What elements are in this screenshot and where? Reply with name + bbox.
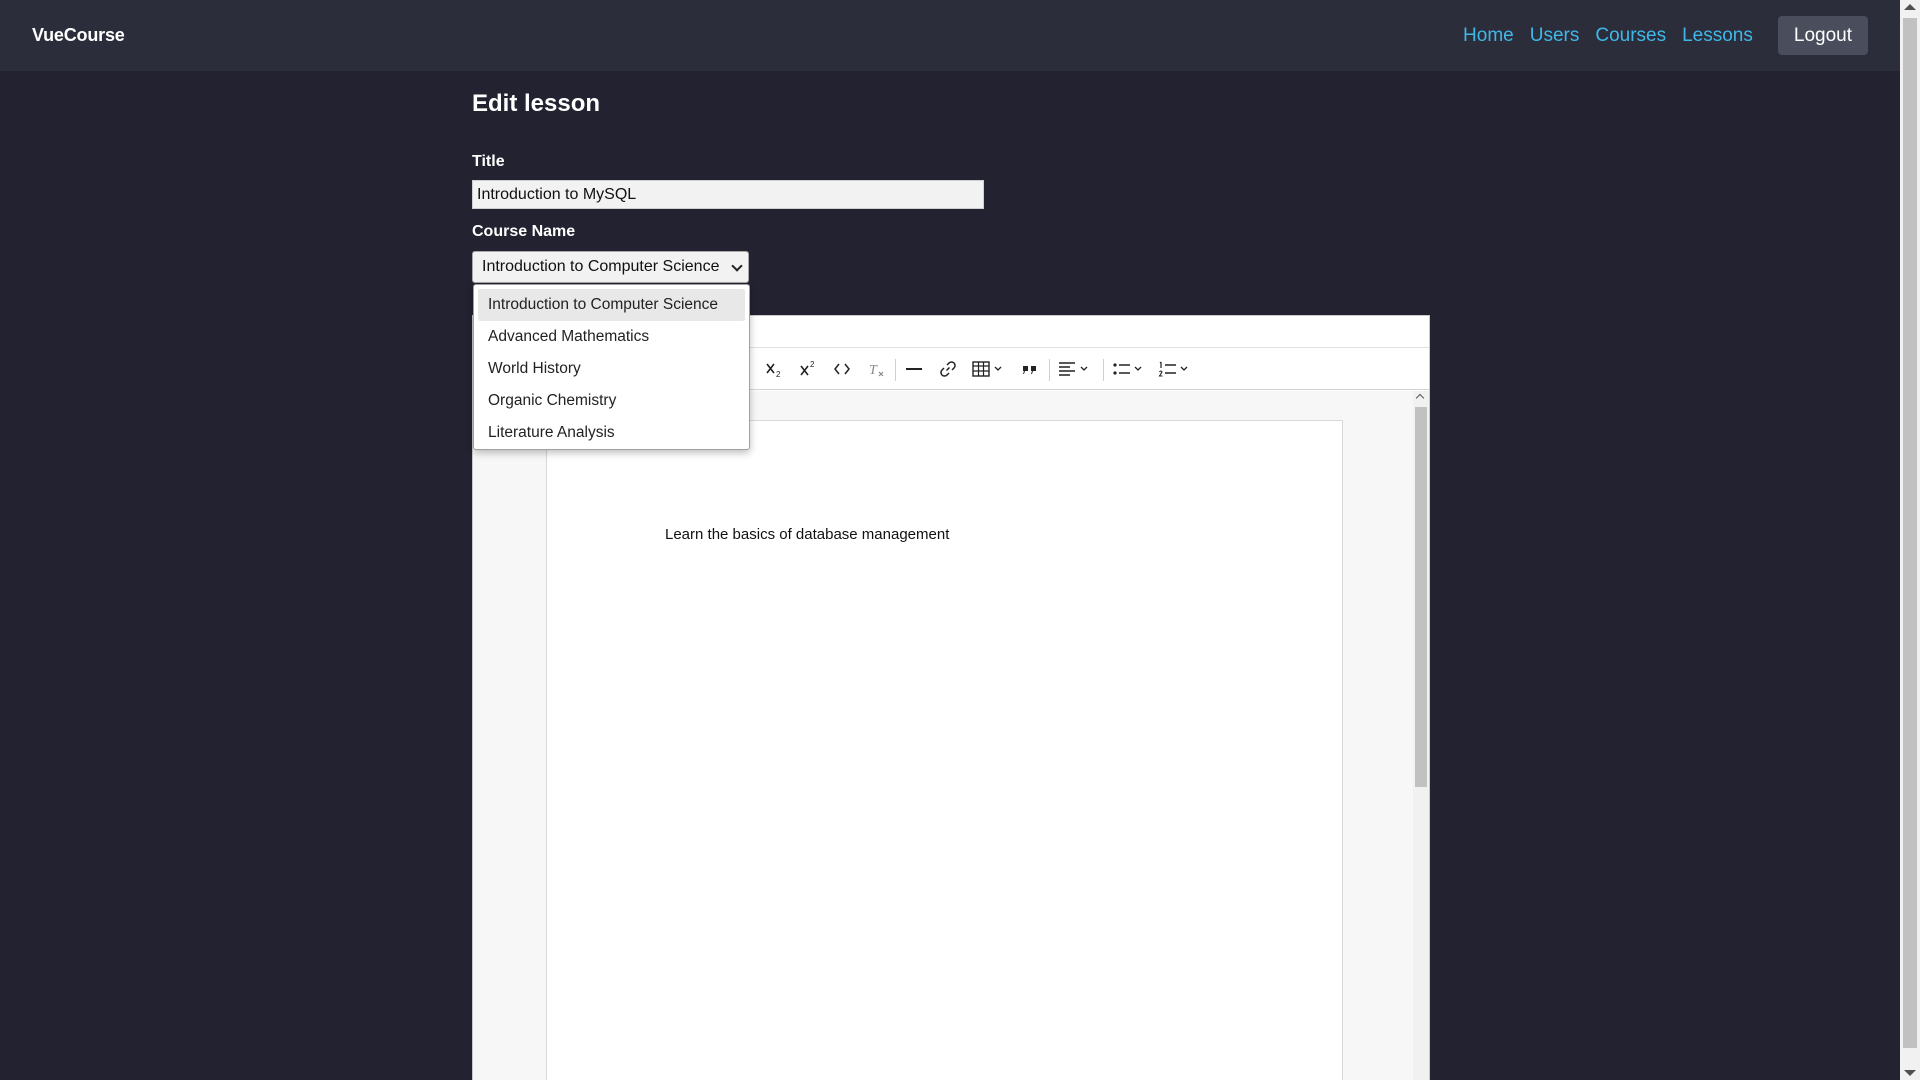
svg-text:T: T <box>869 363 878 378</box>
course-option[interactable]: Advanced Mathematics <box>478 321 745 353</box>
page-scrollbar[interactable] <box>1900 0 1920 1080</box>
svg-text:2: 2 <box>810 360 815 369</box>
course-option[interactable]: World History <box>478 353 745 385</box>
table-icon[interactable] <box>971 357 1009 381</box>
align-icon[interactable] <box>1057 357 1095 381</box>
editor-content[interactable]: Learn the basics of database management <box>665 526 949 543</box>
chevron-up-icon[interactable] <box>1415 393 1425 403</box>
course-select[interactable]: Introduction to Computer Science <box>472 251 749 283</box>
toolbar-separator <box>895 359 896 381</box>
toolbar-separator <box>1103 359 1104 381</box>
nav-link-lessons[interactable]: Lessons <box>1682 25 1753 47</box>
subscript-icon[interactable]: 2 <box>763 357 785 381</box>
brand-logo[interactable]: VueCourse <box>32 25 125 46</box>
scroll-up-icon[interactable] <box>1904 4 1916 10</box>
horizontal-line-icon[interactable] <box>903 357 925 381</box>
editor-scrollbar-thumb[interactable] <box>1415 407 1427 787</box>
bullet-list-icon[interactable] <box>1111 357 1149 381</box>
code-icon[interactable] <box>831 357 853 381</box>
nav-link-courses[interactable]: Courses <box>1595 25 1666 47</box>
course-dropdown-list: Introduction to Computer Science Advance… <box>473 284 750 450</box>
chevron-down-icon <box>731 260 743 272</box>
nav-links: Home Users Courses Lessons Logout <box>1463 16 1868 55</box>
document-page[interactable]: Learn the basics of database management <box>546 420 1343 1080</box>
title-input[interactable] <box>472 180 984 209</box>
course-option[interactable]: Literature Analysis <box>478 417 745 449</box>
editor-canvas[interactable]: Learn the basics of database management <box>473 391 1429 1080</box>
svg-text:2: 2 <box>776 370 781 379</box>
editor-scrollbar[interactable] <box>1413 391 1429 1080</box>
remove-format-icon[interactable]: T <box>865 357 887 381</box>
scrollbar-thumb[interactable] <box>1903 18 1917 1048</box>
navbar: VueCourse Home Users Courses Lessons Log… <box>0 0 1900 71</box>
blockquote-icon[interactable] <box>1019 357 1041 381</box>
nav-link-home[interactable]: Home <box>1463 25 1514 47</box>
link-icon[interactable] <box>937 357 959 381</box>
toolbar-separator <box>1049 359 1050 381</box>
scroll-down-icon[interactable] <box>1904 1070 1916 1076</box>
nav-link-users[interactable]: Users <box>1530 25 1580 47</box>
page-title: Edit lesson <box>472 90 601 117</box>
course-option[interactable]: Organic Chemistry <box>478 385 745 417</box>
title-label: Title <box>472 153 505 170</box>
course-option[interactable]: Introduction to Computer Science <box>478 289 745 321</box>
superscript-icon[interactable]: 2 <box>797 357 819 381</box>
course-select-value: Introduction to Computer Science <box>482 258 720 275</box>
course-name-label: Course Name <box>472 223 576 240</box>
numbered-list-icon[interactable] <box>1157 357 1195 381</box>
logout-button[interactable]: Logout <box>1777 16 1868 55</box>
